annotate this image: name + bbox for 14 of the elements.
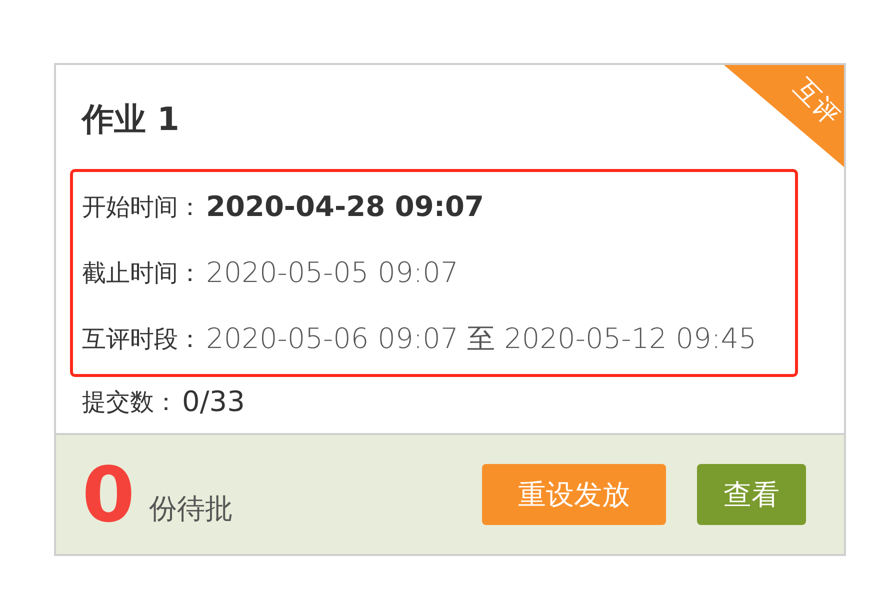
card-title: 作业 1 bbox=[82, 99, 180, 140]
field-value: 2020-05-05 09:07 bbox=[206, 255, 458, 291]
field-label: 互评时段： bbox=[82, 324, 202, 355]
ribbon-label: 互评 bbox=[786, 72, 844, 134]
action-button[interactable]: 重设发放 bbox=[482, 464, 666, 525]
pending-count: 0 bbox=[82, 456, 135, 532]
field-label: 截止时间： bbox=[82, 258, 202, 289]
field-label: 提交数： bbox=[82, 387, 178, 418]
field-value: 2020-05-06 09:07 至 2020-05-12 09:45 bbox=[206, 321, 756, 357]
field-value: 0/33 bbox=[182, 384, 245, 420]
field-label: 开始时间： bbox=[82, 192, 202, 223]
field-value: 2020-04-28 09:07 bbox=[206, 189, 484, 225]
action-button[interactable]: 查看 bbox=[697, 464, 806, 525]
pending-label: 份待批 bbox=[148, 490, 233, 526]
